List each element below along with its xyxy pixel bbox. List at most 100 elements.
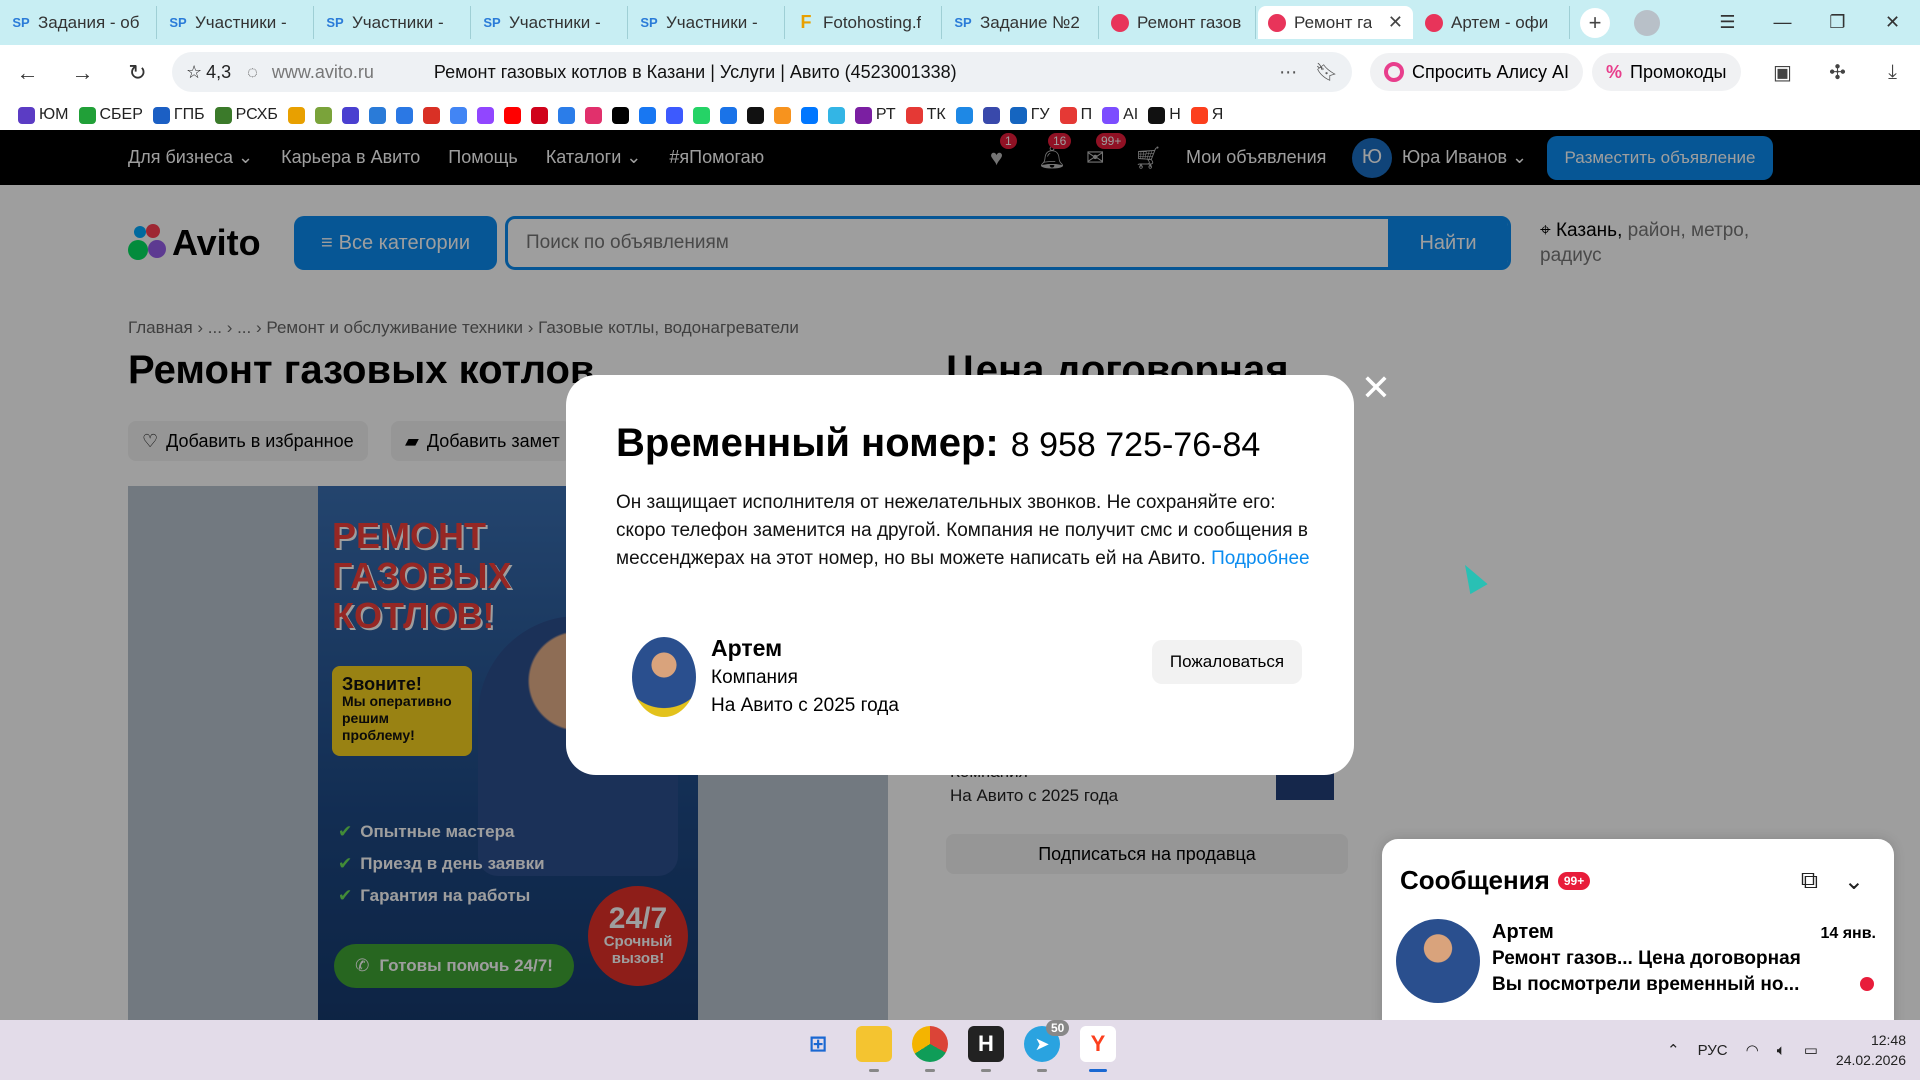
bookmark-item[interactable] (665, 106, 683, 124)
messenger-widget[interactable]: Сообщения 99+ ⧉ ⌄ Артем 14 янв. Ремонт г… (1382, 839, 1894, 1029)
bookmark-item[interactable]: Я (1190, 106, 1223, 124)
browser-tab[interactable]: Артем - офи (1415, 6, 1570, 39)
open-external-icon[interactable]: ⧉ (1801, 867, 1818, 895)
bookmark-favicon-icon (422, 106, 440, 124)
url-bar[interactable]: ☆ 4,3 ◌ www.avito.ru Ремонт газовых котло… (172, 52, 1352, 92)
bookmark-item[interactable]: РСХБ (214, 106, 278, 124)
bookmark-item[interactable]: ГУ (1009, 106, 1050, 124)
bookmark-item[interactable]: ГПБ (152, 106, 205, 124)
seller-avatar[interactable] (632, 637, 696, 717)
chat-avatar (1396, 919, 1480, 1003)
bookmark-item[interactable] (584, 106, 602, 124)
extensions-icon[interactable]: ✣ (1810, 60, 1865, 85)
browser-tab[interactable]: SP Задания - об (2, 6, 157, 39)
report-button[interactable]: Пожаловаться (1152, 640, 1302, 684)
browser-tab-bar: SP Задания - об SP Участники - SP Участники … (0, 0, 1920, 45)
bookmark-item[interactable] (368, 106, 386, 124)
site-rating[interactable]: ☆ 4,3 (186, 62, 231, 83)
browser-tab[interactable]: SP Задание №2 (944, 6, 1099, 39)
more-icon[interactable]: ⋯ (1279, 62, 1297, 83)
bookmarks-bar: ЮМ СБЕР ГПБ РСХБ РТ ТК ГУ П AI Н Я (0, 100, 1920, 130)
bookmark-item[interactable] (287, 106, 305, 124)
bookmark-item[interactable] (827, 106, 845, 124)
temporary-phone-number[interactable]: 8 958 725-76-84 (1011, 426, 1261, 465)
back-icon[interactable]: ← (0, 60, 55, 86)
battery-icon[interactable]: ▭ (1804, 1041, 1818, 1059)
browser-tab[interactable]: F Fotohosting.f (787, 6, 942, 39)
browser-app-icon[interactable] (912, 1026, 948, 1072)
image-icon[interactable]: ▣ (1755, 60, 1810, 85)
promocodes-button[interactable]: % Промокоды (1592, 53, 1741, 91)
bookmark-item[interactable] (611, 106, 629, 124)
minimize-icon[interactable]: — (1755, 12, 1810, 33)
browser-tab[interactable]: SP Участники - (316, 6, 471, 39)
bookmark-item[interactable] (773, 106, 791, 124)
h-app-icon[interactable]: H (968, 1026, 1004, 1072)
browser-tab[interactable]: Ремонт га ✕ (1258, 6, 1413, 39)
bookmark-favicon-icon (1190, 106, 1208, 124)
clock[interactable]: 12:48 24.02.2026 (1836, 1030, 1906, 1070)
bookmark-item[interactable] (422, 106, 440, 124)
bookmark-item[interactable] (638, 106, 656, 124)
bookmark-item[interactable]: ТК (905, 106, 946, 124)
seller-name[interactable]: Артем (711, 635, 782, 662)
chat-date: 14 янв. (1820, 925, 1876, 942)
bookmark-item[interactable] (530, 106, 548, 124)
shield-icon[interactable]: ◌ (247, 62, 258, 83)
telegram-icon[interactable]: ➤ 50 (1024, 1020, 1070, 1072)
bookmark-item[interactable] (314, 106, 332, 124)
ask-alice-button[interactable]: Спросить Алису AI (1370, 53, 1584, 91)
tab-close-icon[interactable]: ✕ (1388, 12, 1403, 33)
bookmark-item[interactable] (719, 106, 737, 124)
bookmark-item[interactable] (800, 106, 818, 124)
bookmark-item[interactable] (982, 106, 1000, 124)
browser-tab[interactable]: SP Участники - (159, 6, 314, 39)
bookmark-label: ГУ (1030, 106, 1050, 123)
new-tab-icon[interactable]: + (1580, 7, 1610, 38)
chat-preview[interactable]: Вы посмотрели временный но... (1492, 974, 1812, 996)
bookmark-item[interactable] (341, 106, 359, 124)
bookmark-item[interactable] (955, 106, 973, 124)
download-icon[interactable]: ⤓ (1865, 61, 1920, 84)
start-icon[interactable]: ⊞ (800, 1026, 836, 1062)
bookmark-item[interactable]: СБЕР (78, 106, 143, 124)
tray-chevron-icon[interactable]: ⌃ (1667, 1041, 1680, 1059)
chat-subject[interactable]: Ремонт газов... Цена договорная (1492, 948, 1812, 970)
bookmark-item[interactable]: ЮМ (18, 106, 69, 124)
bookmark-item[interactable]: РТ (854, 106, 896, 124)
browser-tab[interactable]: Ремонт газов (1101, 6, 1256, 39)
percent-icon: % (1606, 61, 1623, 82)
menu-icon[interactable]: ☰ (1700, 12, 1755, 33)
bookmark-item[interactable] (503, 106, 521, 124)
restore-icon[interactable]: ❐ (1810, 12, 1865, 33)
browser-tab[interactable]: SP Участники - (630, 6, 785, 39)
close-window-icon[interactable]: ✕ (1865, 12, 1920, 33)
bookmark-item[interactable]: AI (1102, 106, 1138, 124)
telegram-badge: 50 (1046, 1020, 1070, 1036)
yandex-browser-icon[interactable]: Y (1080, 1026, 1116, 1072)
modal-close-icon[interactable]: ✕ (1358, 370, 1394, 406)
bookmark-label: РСХБ (235, 106, 278, 123)
wifi-icon[interactable]: ◠ (1746, 1041, 1759, 1059)
bookmark-item[interactable] (476, 106, 494, 124)
tab-favicon-icon: SP (169, 15, 187, 30)
volume-icon[interactable]: 🔈︎ (1777, 1042, 1786, 1059)
language-indicator[interactable]: РУС (1698, 1042, 1728, 1059)
bookmark-item[interactable] (557, 106, 575, 124)
bookmark-icon[interactable]: 🔖︎ (1315, 62, 1338, 83)
bookmark-favicon-icon (78, 106, 96, 124)
bookmark-item[interactable]: П (1059, 106, 1092, 124)
bookmark-item[interactable] (395, 106, 413, 124)
profile-icon[interactable] (1634, 9, 1660, 36)
bookmark-item[interactable] (692, 106, 710, 124)
browser-tab[interactable]: SP Участники - (473, 6, 628, 39)
forward-icon[interactable]: → (55, 60, 110, 86)
bookmark-item[interactable]: Н (1148, 106, 1181, 124)
file-explorer-icon[interactable] (856, 1026, 892, 1072)
chevron-down-icon[interactable]: ⌄ (1844, 867, 1864, 896)
bookmark-item[interactable] (746, 106, 764, 124)
bookmark-item[interactable] (449, 106, 467, 124)
chat-name[interactable]: Артем (1492, 921, 1554, 944)
reload-icon[interactable]: ↻ (110, 60, 165, 86)
more-info-link[interactable]: Подробнее (1211, 548, 1310, 569)
